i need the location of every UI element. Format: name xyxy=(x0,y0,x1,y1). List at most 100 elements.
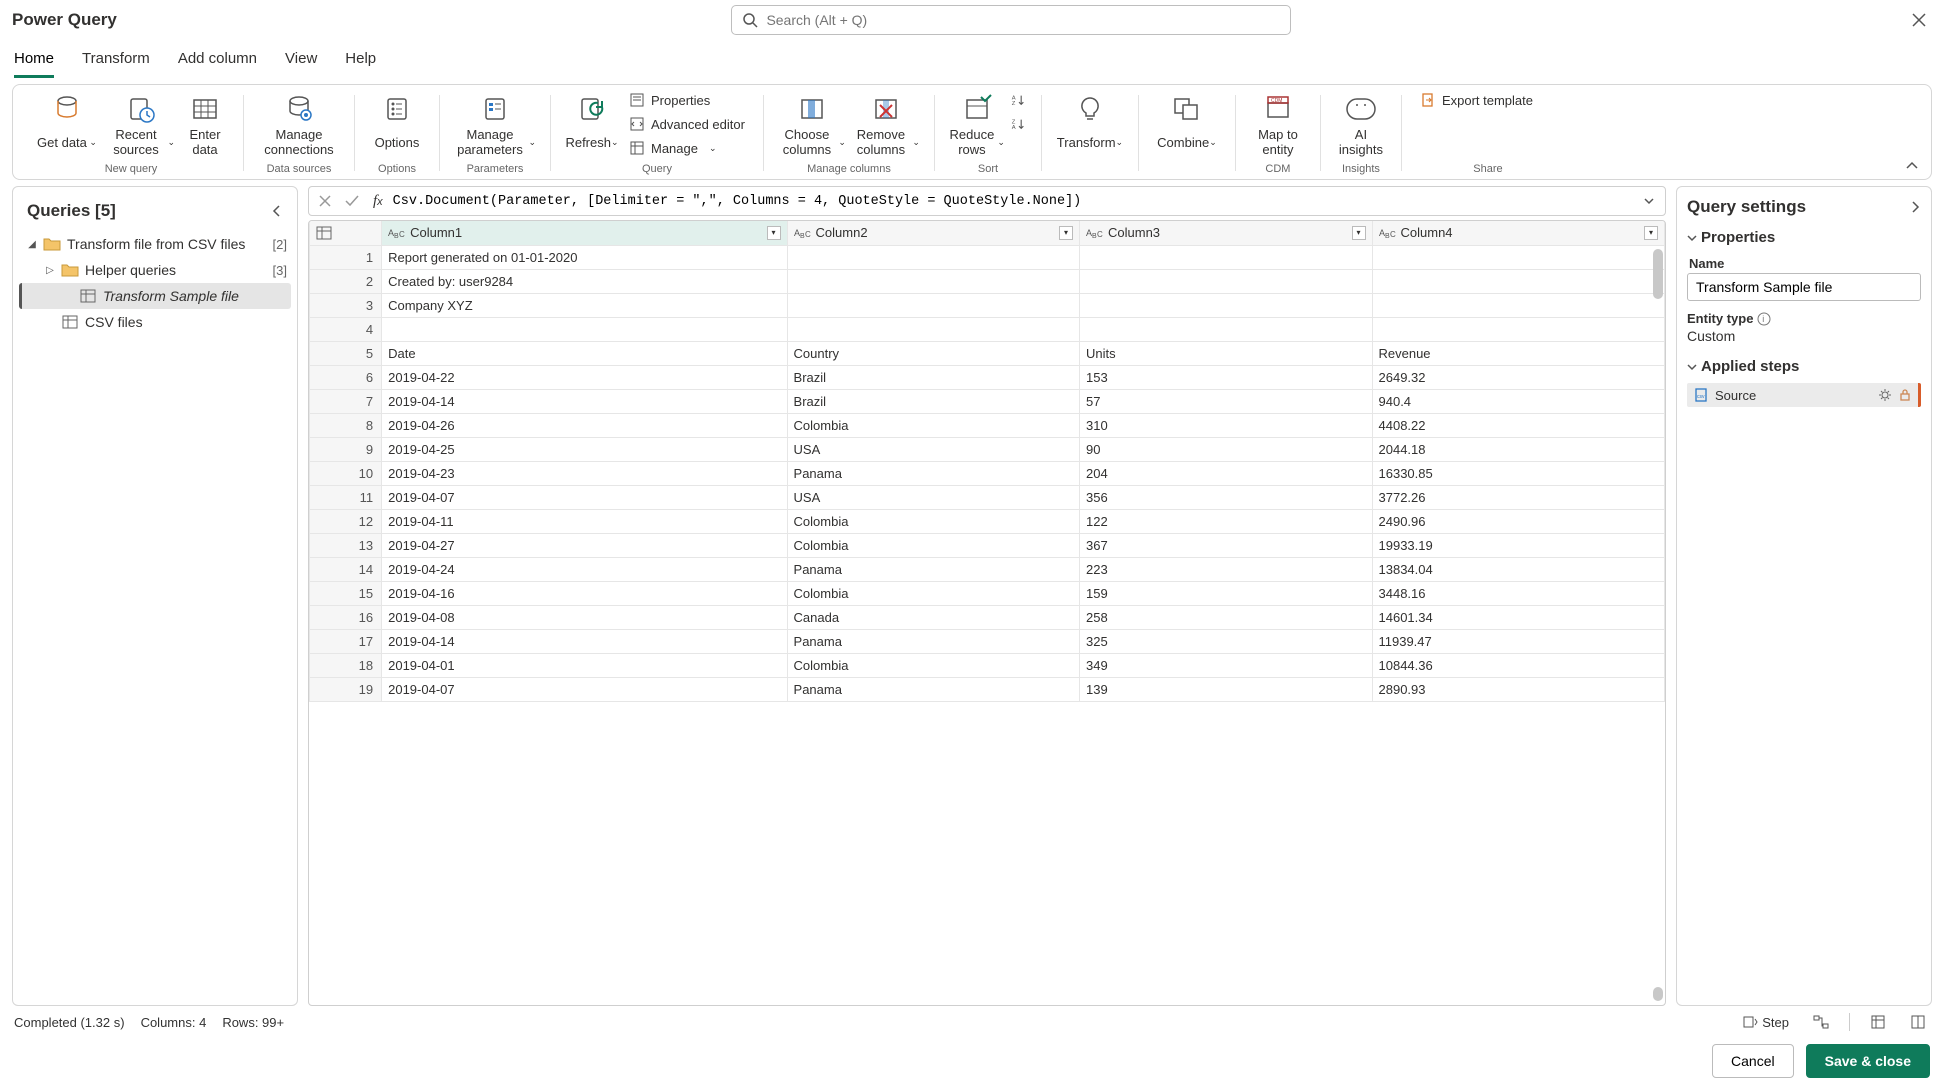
table-row[interactable]: 142019-04-24Panama22313834.04 xyxy=(310,557,1665,581)
expand-caret[interactable]: ◢ xyxy=(27,239,37,250)
tree-item[interactable]: CSV files xyxy=(19,309,291,335)
table-cell[interactable]: 2019-04-08 xyxy=(382,605,787,629)
get-data-button[interactable]: Get data ⌄ xyxy=(31,89,103,161)
tab-add-column[interactable]: Add column xyxy=(178,44,257,78)
table-row[interactable]: 152019-04-16Colombia1593448.16 xyxy=(310,581,1665,605)
table-cell[interactable]: 2019-04-27 xyxy=(382,533,787,557)
advanced-editor-button[interactable]: Advanced editor xyxy=(623,113,751,135)
table-cell[interactable]: 139 xyxy=(1080,677,1372,701)
table-cell[interactable]: 2019-04-07 xyxy=(382,677,787,701)
column-filter-button[interactable]: ▾ xyxy=(1644,226,1658,240)
gear-icon[interactable] xyxy=(1878,388,1892,402)
table-row[interactable]: 2Created by: user9284 xyxy=(310,269,1665,293)
table-cell[interactable] xyxy=(1372,269,1665,293)
table-cell[interactable]: Company XYZ xyxy=(382,293,787,317)
table-cell[interactable]: Revenue xyxy=(1372,341,1665,365)
table-cell[interactable]: 2490.96 xyxy=(1372,509,1665,533)
formula-expand-button[interactable] xyxy=(1639,193,1659,209)
table-cell[interactable] xyxy=(787,269,1079,293)
remove-columns-button[interactable]: Remove columns ⌄ xyxy=(850,89,922,161)
table-cell[interactable]: 2019-04-25 xyxy=(382,437,787,461)
table-row[interactable]: 62019-04-22Brazil1532649.32 xyxy=(310,365,1665,389)
formula-cancel-button[interactable] xyxy=(315,193,335,209)
table-cell[interactable]: Colombia xyxy=(787,533,1079,557)
table-cell[interactable] xyxy=(1372,293,1665,317)
tab-help[interactable]: Help xyxy=(345,44,376,78)
table-cell[interactable]: 2019-04-23 xyxy=(382,461,787,485)
tree-item[interactable]: ▷Helper queries[3] xyxy=(19,257,291,283)
table-cell[interactable]: Brazil xyxy=(787,365,1079,389)
table-cell[interactable]: 2019-04-16 xyxy=(382,581,787,605)
save-close-button[interactable]: Save & close xyxy=(1806,1044,1930,1078)
properties-button[interactable]: Properties xyxy=(623,89,751,111)
search-box[interactable] xyxy=(731,5,1291,35)
table-cell[interactable]: 204 xyxy=(1080,461,1372,485)
tab-view[interactable]: View xyxy=(285,44,317,78)
refresh-button[interactable]: Refresh⌄ xyxy=(563,89,621,161)
formula-input[interactable] xyxy=(393,194,1633,209)
table-cell[interactable] xyxy=(1080,245,1372,269)
manage-parameters-button[interactable]: Manage parameters ⌄ xyxy=(452,89,538,161)
queries-collapse-button[interactable] xyxy=(271,205,283,217)
table-cell[interactable]: Panama xyxy=(787,461,1079,485)
map-to-entity-button[interactable]: CDM Map to entity xyxy=(1248,89,1308,161)
table-cell[interactable]: 10844.36 xyxy=(1372,653,1665,677)
table-cell[interactable]: Panama xyxy=(787,629,1079,653)
lock-icon[interactable] xyxy=(1898,388,1912,402)
manage-connections-button[interactable]: Manage connections xyxy=(256,89,342,161)
table-cell[interactable]: 13834.04 xyxy=(1372,557,1665,581)
options-button[interactable]: Options xyxy=(367,89,427,161)
table-cell[interactable] xyxy=(1080,317,1372,341)
table-cell[interactable]: 2019-04-14 xyxy=(382,389,787,413)
tree-item[interactable]: Transform Sample file xyxy=(19,283,291,309)
table-row[interactable]: 192019-04-07Panama1392890.93 xyxy=(310,677,1665,701)
table-cell[interactable]: 122 xyxy=(1080,509,1372,533)
table-cell[interactable]: 367 xyxy=(1080,533,1372,557)
applied-steps-section[interactable]: Applied steps xyxy=(1687,358,1921,375)
table-cell[interactable]: 2019-04-14 xyxy=(382,629,787,653)
ribbon-collapse-button[interactable] xyxy=(1905,159,1919,173)
table-cell[interactable]: 2044.18 xyxy=(1372,437,1665,461)
table-cell[interactable]: 2019-04-26 xyxy=(382,413,787,437)
recent-sources-button[interactable]: Recent sources ⌄ xyxy=(105,89,177,161)
table-row[interactable]: 1Report generated on 01-01-2020 xyxy=(310,245,1665,269)
data-grid[interactable]: ABCColumn1▾ABCColumn2▾ABCColumn3▾ABCColu… xyxy=(308,220,1666,1006)
transform-button[interactable]: Transform⌄ xyxy=(1054,89,1126,161)
column-filter-button[interactable]: ▾ xyxy=(767,226,781,240)
table-cell[interactable]: Brazil xyxy=(787,389,1079,413)
ai-insights-button[interactable]: AI insights xyxy=(1333,89,1389,161)
step-button[interactable]: Step xyxy=(1738,1012,1793,1032)
table-cell[interactable]: 159 xyxy=(1080,581,1372,605)
table-cell[interactable]: 19933.19 xyxy=(1372,533,1665,557)
table-cell[interactable]: Date xyxy=(382,341,787,365)
table-cell[interactable]: Country xyxy=(787,341,1079,365)
table-cell[interactable]: 11939.47 xyxy=(1372,629,1665,653)
table-cell[interactable]: 16330.85 xyxy=(1372,461,1665,485)
table-row[interactable]: 82019-04-26Colombia3104408.22 xyxy=(310,413,1665,437)
table-cell[interactable] xyxy=(787,317,1079,341)
table-row[interactable]: 3Company XYZ xyxy=(310,293,1665,317)
table-cell[interactable]: USA xyxy=(787,437,1079,461)
diagram-view-button[interactable] xyxy=(1809,1012,1833,1032)
table-cell[interactable]: Colombia xyxy=(787,509,1079,533)
query-name-input[interactable] xyxy=(1687,273,1921,301)
select-all-corner[interactable] xyxy=(310,221,382,245)
properties-section[interactable]: Properties xyxy=(1687,229,1921,246)
split-view-button[interactable] xyxy=(1906,1012,1930,1032)
table-cell[interactable]: 258 xyxy=(1080,605,1372,629)
enter-data-button[interactable]: Enter data xyxy=(179,89,231,161)
table-cell[interactable]: 2649.32 xyxy=(1372,365,1665,389)
table-cell[interactable]: 2019-04-22 xyxy=(382,365,787,389)
table-row[interactable]: 4 xyxy=(310,317,1665,341)
tab-home[interactable]: Home xyxy=(14,44,54,78)
manage-button[interactable]: Manage ⌄ xyxy=(623,137,751,159)
table-cell[interactable]: USA xyxy=(787,485,1079,509)
table-cell[interactable]: 14601.34 xyxy=(1372,605,1665,629)
table-cell[interactable]: Units xyxy=(1080,341,1372,365)
table-cell[interactable] xyxy=(382,317,787,341)
settings-collapse-button[interactable] xyxy=(1909,201,1921,213)
table-cell[interactable]: 310 xyxy=(1080,413,1372,437)
scrollbar-thumb[interactable] xyxy=(1653,249,1663,299)
table-row[interactable]: 72019-04-14Brazil57940.4 xyxy=(310,389,1665,413)
column-header[interactable]: ABCColumn4▾ xyxy=(1372,221,1665,245)
